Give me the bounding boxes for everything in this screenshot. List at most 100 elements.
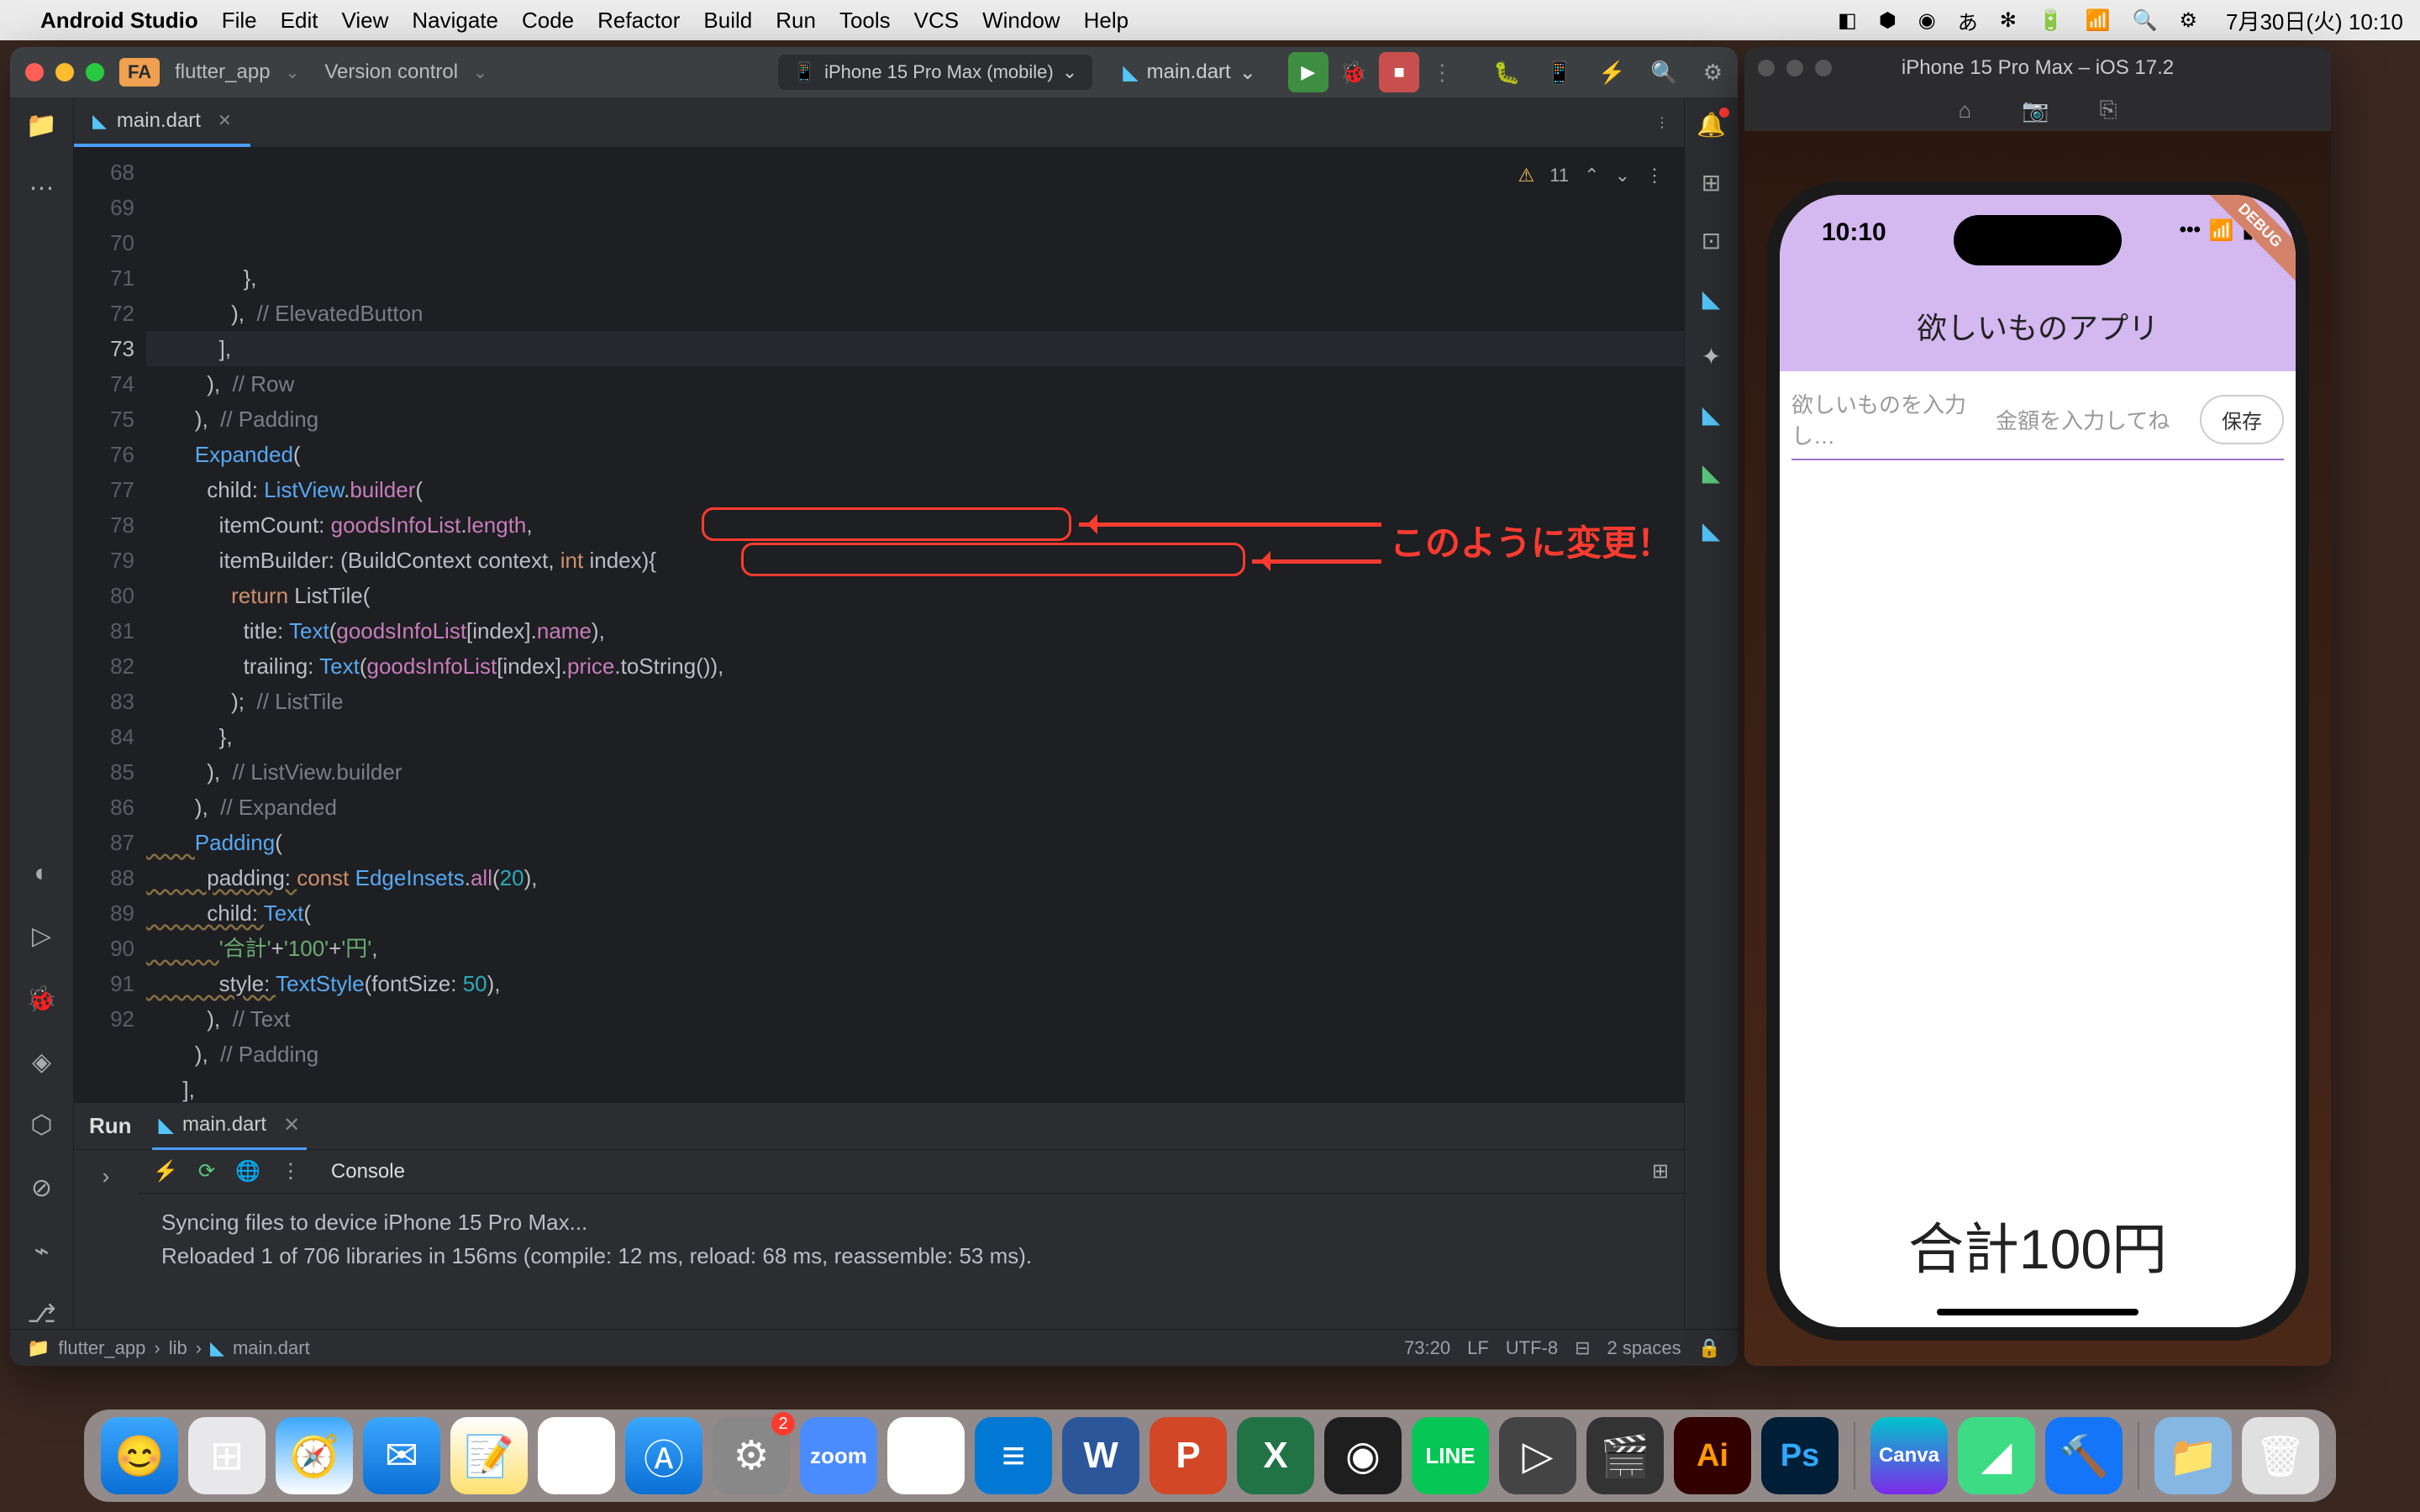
- flutter-inspector-icon[interactable]: ◣: [1702, 285, 1721, 312]
- stop-button[interactable]: ■: [1379, 52, 1419, 92]
- dock-excel[interactable]: X: [1237, 1417, 1314, 1494]
- dock-word[interactable]: W: [1062, 1417, 1139, 1494]
- build-tool-icon[interactable]: ⬡: [30, 1110, 52, 1140]
- dock-figma[interactable]: ◉: [1324, 1417, 1402, 1494]
- run-config-selector[interactable]: ◣ main.dart ⌄: [1123, 60, 1256, 85]
- menu-refactor[interactable]: Refactor: [597, 8, 680, 34]
- menu-edit[interactable]: Edit: [281, 8, 318, 34]
- encoding[interactable]: UTF-8: [1506, 1337, 1558, 1359]
- save-button[interactable]: 保存: [2200, 395, 2284, 444]
- flutter-tool-icon[interactable]: ◣: [1702, 517, 1721, 544]
- menu-vcs[interactable]: VCS: [914, 8, 959, 34]
- menu-view[interactable]: View: [341, 8, 388, 34]
- line-separator[interactable]: LF: [1467, 1337, 1489, 1359]
- menu-help[interactable]: Help: [1084, 8, 1128, 34]
- inspection-widget[interactable]: ⚠ 11 ⌃ ⌄ ⋮: [1518, 158, 1664, 193]
- datetime[interactable]: 7月30日(火) 10:10: [2226, 5, 2403, 36]
- run-label[interactable]: Run: [89, 1113, 132, 1139]
- run-tool-icon[interactable]: ▷: [32, 921, 51, 951]
- dock-downloads[interactable]: 📁: [2154, 1417, 2232, 1494]
- tray-icon[interactable]: ⬢: [1879, 8, 1897, 33]
- dock-settings[interactable]: ⚙2: [713, 1417, 790, 1494]
- maximize-button[interactable]: [1815, 60, 1832, 76]
- dock-vscode[interactable]: ≡: [975, 1417, 1052, 1494]
- menu-navigate[interactable]: Navigate: [412, 8, 498, 34]
- dock-zoom[interactable]: zoom: [800, 1417, 877, 1494]
- hot-reload-icon[interactable]: ⚡: [153, 1159, 178, 1184]
- layout-icon[interactable]: ⊞: [1652, 1159, 1669, 1184]
- menu-file[interactable]: File: [222, 8, 257, 34]
- expand-icon[interactable]: ›: [103, 1163, 110, 1189]
- dock-quicktime[interactable]: ▷: [1499, 1417, 1576, 1494]
- bluetooth-icon[interactable]: ✻: [2000, 8, 2017, 33]
- dock-xcode[interactable]: 🔨: [2045, 1417, 2123, 1494]
- hot-restart-icon[interactable]: ⟳: [198, 1159, 215, 1184]
- device-selector[interactable]: 📱 iPhone 15 Pro Max (mobile) ⌄: [778, 55, 1093, 90]
- cursor-position[interactable]: 73:20: [1404, 1337, 1450, 1359]
- flutter-outline-icon[interactable]: ◣: [1702, 401, 1721, 428]
- project-tool-icon[interactable]: 📁: [26, 111, 57, 140]
- code-editor[interactable]: ⚠ 11 ⌃ ⌄ ⋮ }, ), // ElevatedButton ], ),…: [146, 148, 1684, 1102]
- minimize-button[interactable]: [1786, 60, 1803, 76]
- menu-tools[interactable]: Tools: [839, 8, 891, 34]
- menu-run[interactable]: Run: [776, 8, 816, 34]
- debug-tool-icon[interactable]: 🐞: [26, 984, 57, 1014]
- debug-button[interactable]: 🐞: [1340, 60, 1367, 86]
- dock-trash[interactable]: 🗑: [2242, 1417, 2319, 1494]
- resource-manager-icon[interactable]: ⊡: [1702, 227, 1721, 255]
- breadcrumb[interactable]: 📁 flutter_app › lib › ◣ main.dart: [27, 1337, 310, 1359]
- vcs-tool-icon[interactable]: ⎇: [27, 1299, 56, 1329]
- project-name[interactable]: flutter_app: [175, 60, 270, 84]
- readonly-icon[interactable]: ⊟: [1575, 1337, 1590, 1359]
- settings-icon[interactable]: ⚙: [1703, 60, 1723, 86]
- console-output[interactable]: Syncing files to device iPhone 15 Pro Ma…: [138, 1194, 1684, 1284]
- control-center-icon[interactable]: ⚙: [2180, 8, 2198, 33]
- open-devtools-icon[interactable]: 🌐: [235, 1159, 260, 1184]
- flutter-performance-icon[interactable]: ◣: [1702, 459, 1721, 486]
- tabs-more-icon[interactable]: ⋮: [1655, 114, 1669, 131]
- run-config-tab[interactable]: ◣ main.dart ✕: [152, 1103, 308, 1150]
- profiler-icon[interactable]: 🐛: [1493, 60, 1520, 86]
- nav-up-icon[interactable]: ⌃: [1584, 158, 1599, 193]
- dock-appstore[interactable]: Ⓐ: [625, 1417, 702, 1494]
- minimize-button[interactable]: [55, 63, 74, 81]
- vcs-dropdown[interactable]: Version control: [324, 60, 458, 84]
- dock-launchpad[interactable]: ⊞: [188, 1417, 266, 1494]
- dock-slack[interactable]: ✱: [887, 1417, 965, 1494]
- screenshot-icon[interactable]: 📷: [2022, 97, 2049, 123]
- run-button[interactable]: ▶: [1288, 52, 1328, 92]
- dock-finder[interactable]: 😊: [101, 1417, 178, 1494]
- dock-android-studio[interactable]: ◢: [1958, 1417, 2035, 1494]
- more-tool-icon[interactable]: ⋯: [29, 174, 55, 203]
- tray-icon[interactable]: ◉: [1918, 8, 1936, 33]
- dock-line[interactable]: LINE: [1412, 1417, 1489, 1494]
- search-icon[interactable]: 🔍: [1650, 60, 1677, 86]
- dock-photoshop[interactable]: Ps: [1761, 1417, 1839, 1494]
- editor-tab[interactable]: ◣ main.dart ✕: [74, 97, 250, 147]
- device-manager-icon[interactable]: ⊞: [1702, 169, 1721, 197]
- close-icon[interactable]: ✕: [283, 1113, 300, 1137]
- menu-window[interactable]: Window: [982, 8, 1060, 34]
- close-button[interactable]: [25, 63, 44, 81]
- close-icon[interactable]: ✕: [218, 110, 232, 131]
- copy-icon[interactable]: ⎘: [2100, 97, 2118, 123]
- more-actions-icon[interactable]: ⋮: [1431, 60, 1453, 86]
- inspection-more-icon[interactable]: ⋮: [1645, 158, 1664, 193]
- indent[interactable]: 2 spaces: [1607, 1337, 1681, 1359]
- battery-icon[interactable]: 🔋: [2039, 8, 2064, 33]
- nav-down-icon[interactable]: ⌄: [1615, 158, 1630, 193]
- dock-notes[interactable]: 📝: [450, 1417, 528, 1494]
- dock-powerpoint[interactable]: P: [1150, 1417, 1227, 1494]
- home-icon[interactable]: ⌂: [1959, 97, 1972, 123]
- menu-code[interactable]: Code: [522, 8, 574, 34]
- problems-icon[interactable]: ⊘: [31, 1173, 52, 1203]
- dock-mail[interactable]: ✉: [363, 1417, 440, 1494]
- tray-icon[interactable]: ◧: [1838, 8, 1857, 33]
- wifi-icon[interactable]: 📶: [2086, 8, 2111, 33]
- notifications-icon[interactable]: 🔔: [1697, 111, 1726, 139]
- dock-illustrator[interactable]: Ai: [1674, 1417, 1751, 1494]
- home-indicator[interactable]: [1937, 1309, 2139, 1315]
- input-source-icon[interactable]: あ: [1958, 6, 1978, 35]
- dock-safari[interactable]: 🧭: [276, 1417, 353, 1494]
- dock-chrome[interactable]: ◉: [538, 1417, 615, 1494]
